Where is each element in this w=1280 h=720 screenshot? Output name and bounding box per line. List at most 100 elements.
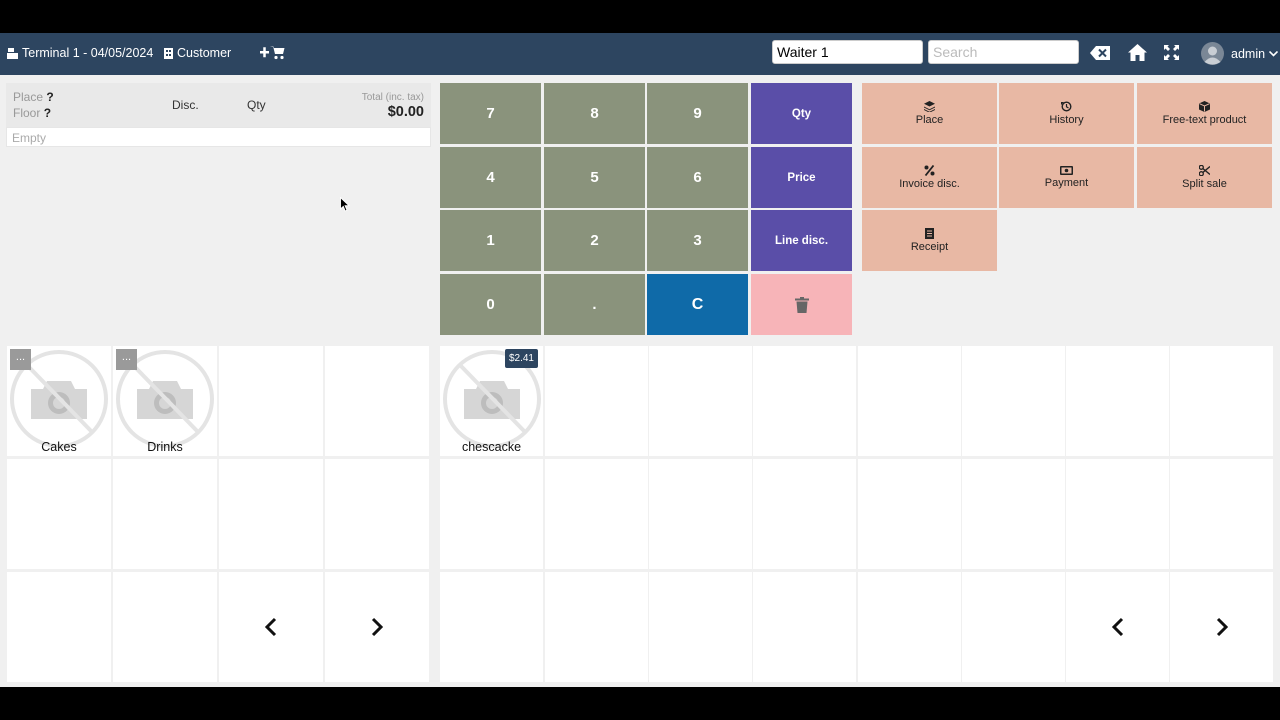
floor-label: Floor <box>13 106 41 120</box>
product-tile-empty <box>858 572 961 682</box>
category-prev-page-button[interactable] <box>219 572 323 682</box>
invoice-disc-label: Invoice disc. <box>899 178 960 190</box>
payment-button[interactable]: Payment <box>999 147 1134 208</box>
search-input[interactable] <box>928 40 1079 64</box>
product-tile-empty <box>962 459 1065 569</box>
terminal-label: Terminal 1 - 04/05/2024 <box>22 46 154 60</box>
price-badge: $2.41 <box>504 349 538 368</box>
receipt-label: Receipt <box>910 241 949 253</box>
category-options-button[interactable]: ... <box>10 349 31 370</box>
receipt-button[interactable]: Receipt <box>862 210 997 271</box>
product-prev-page-button[interactable] <box>1066 572 1169 682</box>
product-tile-empty <box>545 459 648 569</box>
product-tile-empty <box>649 346 752 456</box>
product-tile-empty <box>962 346 1065 456</box>
invoice-disc-button[interactable]: Invoice disc. <box>862 147 997 208</box>
customer-button[interactable]: Customer <box>164 46 231 60</box>
category-tile-empty <box>7 572 111 682</box>
category-tile-empty <box>219 459 323 569</box>
product-next-page-button[interactable] <box>1170 572 1273 682</box>
category-next-page-button[interactable] <box>325 572 429 682</box>
line-disc-button[interactable]: Line disc. <box>751 210 852 271</box>
receipt-icon <box>925 228 934 239</box>
product-tile-empty <box>440 459 543 569</box>
key-8[interactable]: 8 <box>544 83 645 144</box>
free-text-product-button[interactable]: Free-text product <box>1137 83 1272 144</box>
expand-icon <box>1164 45 1179 60</box>
product-tile-empty <box>858 459 961 569</box>
customer-label: Customer <box>177 46 232 60</box>
delete-line-button[interactable] <box>751 274 852 335</box>
add-cart-icon <box>260 46 285 60</box>
key-9[interactable]: 9 <box>647 83 748 144</box>
ticket-panel: Place ? Floor ? Disc. Qty Total (inc. ta… <box>6 83 431 333</box>
price-mode-button[interactable]: Price <box>751 147 852 208</box>
product-tile-empty <box>545 572 648 682</box>
category-tile-empty <box>7 459 111 569</box>
product-tile-empty <box>753 572 856 682</box>
clear-button[interactable]: C <box>647 274 748 335</box>
total-value: $0.00 <box>387 104 424 120</box>
backspace-icon <box>1090 46 1110 60</box>
terminal-info[interactable]: Terminal 1 - 04/05/2024 <box>7 46 153 60</box>
new-ticket-button[interactable] <box>260 45 285 60</box>
clear-search-button[interactable] <box>1090 46 1110 60</box>
pos-app: Terminal 1 - 04/05/2024 Customer admin <box>0 33 1280 687</box>
money-icon <box>1060 166 1073 175</box>
key-1[interactable]: 1 <box>440 210 541 271</box>
chevron-left-icon <box>265 617 277 637</box>
total-label: Total (inc. tax) <box>361 92 424 103</box>
history-button[interactable]: History <box>999 83 1134 144</box>
qty-column-header: Qty <box>247 98 266 112</box>
product-tile-empty <box>1066 346 1169 456</box>
category-tile-empty <box>325 459 429 569</box>
building-icon <box>164 47 173 59</box>
key-6[interactable]: 6 <box>647 147 748 208</box>
fullscreen-button[interactable] <box>1164 45 1179 60</box>
mouse-cursor-icon <box>340 197 350 212</box>
chevron-down-icon <box>1269 50 1279 57</box>
product-tile-empty <box>858 346 961 456</box>
free-text-product-label: Free-text product <box>1162 114 1247 126</box>
user-menu[interactable]: admin <box>1201 42 1279 65</box>
category-options-button[interactable]: ... <box>116 349 137 370</box>
chevron-right-icon <box>1216 617 1228 637</box>
place-label: Place <box>13 90 44 104</box>
percent-icon <box>924 165 935 176</box>
avatar-icon <box>1201 42 1224 65</box>
home-button[interactable] <box>1128 44 1147 61</box>
disc-column-header: Disc. <box>172 98 199 112</box>
payment-label: Payment <box>1044 177 1089 189</box>
key-4[interactable]: 4 <box>440 147 541 208</box>
key-3[interactable]: 3 <box>647 210 748 271</box>
waiter-input[interactable] <box>772 40 923 64</box>
history-button-label: History <box>1049 114 1084 126</box>
home-icon <box>1128 44 1147 61</box>
key-5[interactable]: 5 <box>544 147 645 208</box>
split-sale-button[interactable]: Split sale <box>1137 147 1272 208</box>
user-name: admin <box>1231 46 1266 61</box>
chevron-left-icon <box>1111 617 1123 637</box>
category-tile-empty <box>325 346 429 456</box>
key-0[interactable]: 0 <box>440 274 541 335</box>
place-button[interactable]: Place <box>862 83 997 144</box>
product-tile-empty <box>1170 346 1273 456</box>
category-tile-cakes[interactable]: ... Cakes <box>7 346 111 456</box>
qty-mode-button[interactable]: Qty <box>751 83 852 144</box>
category-tile-empty <box>219 346 323 456</box>
key-2[interactable]: 2 <box>544 210 645 271</box>
floor-info: Floor ? <box>13 106 51 120</box>
category-tile-empty <box>113 459 217 569</box>
scissors-icon <box>1199 165 1210 176</box>
key-dot[interactable]: . <box>544 274 645 335</box>
place-button-label: Place <box>915 114 944 126</box>
category-tile-drinks[interactable]: ... Drinks <box>113 346 217 456</box>
ticket-header: Place ? Floor ? Disc. Qty Total (inc. ta… <box>6 83 431 127</box>
ticket-lines-empty: Empty <box>6 127 431 147</box>
category-tile-empty <box>113 572 217 682</box>
product-tile-empty <box>649 572 752 682</box>
chevron-right-icon <box>371 617 383 637</box>
key-7[interactable]: 7 <box>440 83 541 144</box>
product-tile-chescacke[interactable]: $2.41 chescacke <box>440 346 543 456</box>
product-tile-empty <box>1066 459 1169 569</box>
